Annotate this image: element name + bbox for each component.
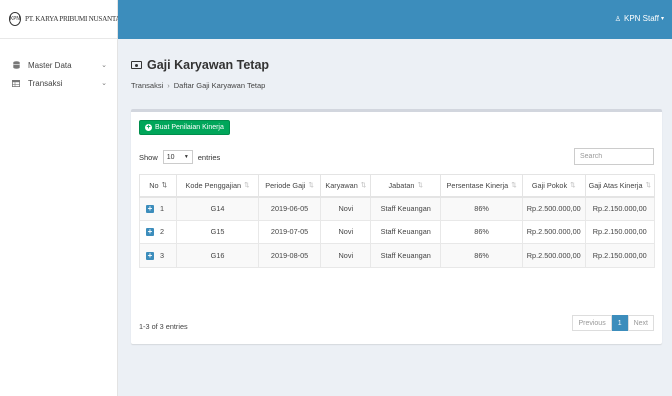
cell-persentase: 86% [440,243,523,268]
add-performance-button[interactable]: + Buat Penilaian Kinerja [139,120,230,135]
company-logo-icon: KPN [9,12,22,26]
cell-periode: 2019-08-05 [257,243,322,268]
sidebar-item-transaksi[interactable]: Transaksi ⌄ [0,74,117,92]
table-row[interactable]: +2 G15 2019-07-05 Novi Staff Keuangan 86… [138,219,656,244]
cell-persentase: 86% [440,196,523,221]
sidebar-item-label: Master Data [28,60,72,70]
brand[interactable]: KPN PT. KARYA PRIBUMI NUSANTARA [0,0,130,39]
cell-jabatan: Staff Keuangan [370,219,442,244]
cell-kode: G16 [176,243,259,268]
column-header-kode[interactable]: Kode Penggajian ⇅ [176,174,259,198]
salary-table: No ⇅ Kode Penggajian ⇅ Periode Gaji ⇅ Karya… [138,174,656,268]
cell-kode: G14 [176,196,259,221]
user-menu[interactable]: ♙ KPN Staff ▾ [615,14,664,23]
sort-icon: ⇅ [360,182,367,190]
cell-periode: 2019-06-05 [257,196,322,221]
sort-icon: ⇅ [570,182,576,190]
cell-no: +1 [138,196,178,221]
company-name: PT. KARYA PRIBUMI NUSANTARA [25,15,130,23]
user-icon: ♙ [614,15,621,23]
expand-row-icon[interactable]: + [146,228,154,237]
chevron-down-icon: ⌄ [101,80,107,87]
cell-karyawan: Novi [320,219,372,244]
next-page-button[interactable]: Next [627,315,654,331]
breadcrumb-item-transaksi[interactable]: Transaksi [131,81,163,90]
show-label: Show [139,152,158,162]
user-name: KPN Staff [624,14,659,23]
cell-persentase: 86% [440,219,523,244]
column-header-jabatan[interactable]: Jabatan ⇅ [370,174,442,198]
cell-periode: 2019-07-05 [257,219,322,244]
money-icon [131,61,142,69]
column-header-karyawan[interactable]: Karyawan ⇅ [320,174,372,198]
column-header-gaji-kinerja[interactable]: Gaji Atas Kinerja ⇅ [584,174,656,198]
chevron-down-icon: ⌄ [101,62,107,69]
sidebar-item-label: Transaksi [28,78,63,88]
column-header-periode[interactable]: Periode Gaji ⇅ [257,174,322,198]
previous-page-button[interactable]: Previous [572,315,612,331]
cell-no: +3 [138,243,178,268]
cell-jabatan: Staff Keuangan [370,196,442,221]
column-header-gaji-pokok[interactable]: Gaji Pokok ⇅ [521,174,586,198]
page-1-button[interactable]: 1 [611,315,628,331]
page-title-text: Gaji Karyawan Tetap [147,58,270,72]
sidebar: KPN PT. KARYA PRIBUMI NUSANTARA Master D… [0,0,130,396]
table-icon [12,79,20,87]
database-icon [12,61,20,69]
data-box: + Buat Penilaian Kinerja Show 10 ▼ entri… [131,109,662,344]
cell-karyawan: Novi [320,243,372,268]
pagination: Previous 1 Next [572,315,654,331]
sort-icon: ⇅ [645,182,651,190]
cell-gaji-pokok: Rp.2.500.000,00 [521,219,586,244]
cell-gaji-kinerja: Rp.2.150.000,00 [584,196,656,221]
search-input[interactable] [574,148,654,165]
caret-down-icon: ▾ [660,16,664,22]
top-navbar: ♙ KPN Staff ▾ [118,0,672,39]
plus-circle-icon: + [145,124,152,131]
breadcrumb-separator-icon: › [167,81,170,90]
entries-length-control: Show 10 ▼ entries [139,150,220,164]
add-button-label: Buat Penilaian Kinerja [155,124,224,131]
sidebar-menu: Master Data ⌄ Transaksi ⌄ [0,39,117,92]
sort-icon: ⇅ [417,182,423,190]
breadcrumb-item-current: Daftar Gaji Karyawan Tetap [173,81,266,90]
sort-icon: ⇅ [511,182,517,190]
caret-down-icon: ▼ [183,154,189,160]
cell-karyawan: Novi [320,196,372,221]
main-content: Gaji Karyawan Tetap Transaksi › Daftar G… [118,39,672,396]
cell-no: +2 [138,219,178,244]
table-row[interactable]: +1 G14 2019-06-05 Novi Staff Keuangan 86… [138,196,656,221]
expand-row-icon[interactable]: + [146,205,154,214]
page-title: Gaji Karyawan Tetap [131,58,269,72]
cell-gaji-kinerja: Rp.2.150.000,00 [584,219,656,244]
sort-icon: ⇅ [308,182,314,190]
entries-select[interactable]: 10 ▼ [162,150,193,164]
column-header-persentase[interactable]: Persentase Kinerja ⇅ [440,174,523,198]
sidebar-item-master-data[interactable]: Master Data ⌄ [0,56,117,74]
cell-gaji-pokok: Rp.2.500.000,00 [521,196,586,221]
entries-value: 10 [166,153,175,161]
entries-label: entries [197,152,221,162]
cell-kode: G15 [176,219,259,244]
sort-icon: ⇅ [161,182,168,190]
cell-gaji-kinerja: Rp.2.150.000,00 [584,243,656,268]
sort-icon: ⇅ [244,182,250,190]
expand-row-icon[interactable]: + [146,251,154,260]
table-header-row: No ⇅ Kode Penggajian ⇅ Periode Gaji ⇅ Karya… [138,174,656,198]
cell-gaji-pokok: Rp.2.500.000,00 [521,243,586,268]
cell-jabatan: Staff Keuangan [370,243,442,268]
table-row[interactable]: +3 G16 2019-08-05 Novi Staff Keuangan 86… [138,243,656,268]
breadcrumb: Transaksi › Daftar Gaji Karyawan Tetap [131,81,265,90]
table-info: 1-3 of 3 entries [139,322,188,331]
column-header-no[interactable]: No ⇅ [138,174,178,198]
